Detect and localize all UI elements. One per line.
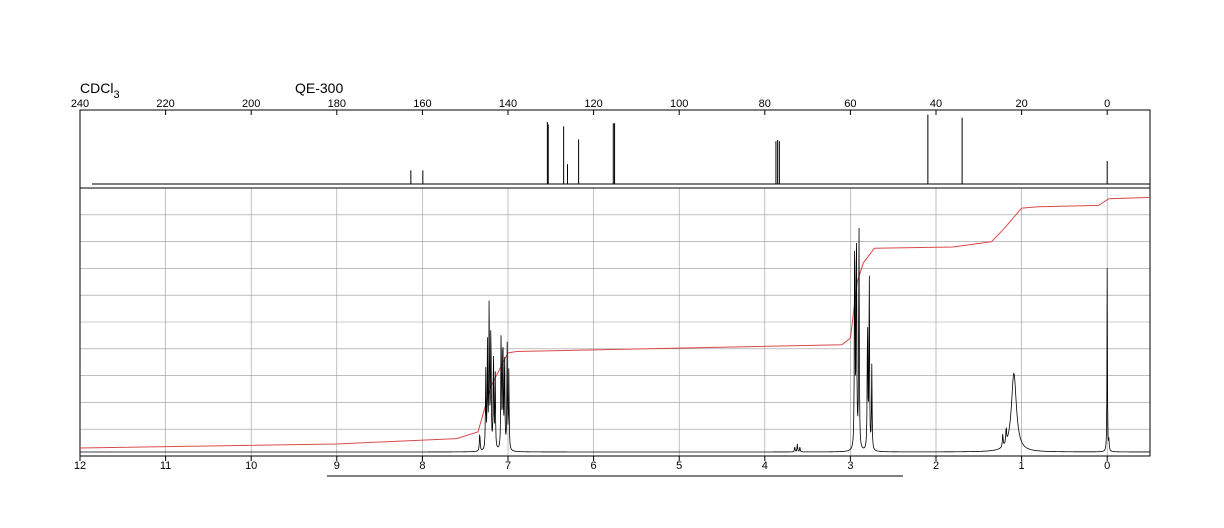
c13-tick-label: 140 — [499, 98, 517, 110]
h1-tick-label: 8 — [419, 460, 425, 472]
c13-tick-label: 20 — [1015, 98, 1027, 110]
h1-tick-label: 1 — [1019, 460, 1025, 472]
h1-axis-ticks: 12 11 10 9 8 7 6 5 4 3 2 1 0 — [74, 456, 1110, 472]
c13-tick-label: 220 — [156, 98, 174, 110]
h1-integral-curve — [79, 196, 1151, 449]
c13-tick-label: 80 — [759, 98, 771, 110]
h1-tick-label: 10 — [245, 460, 257, 472]
h1-tick-label: 9 — [334, 460, 340, 472]
c13-tick-label: 200 — [242, 98, 260, 110]
h1-tick-label: 5 — [676, 460, 682, 472]
c13-tick-label: 0 — [1104, 98, 1110, 110]
h1-grid — [80, 188, 1150, 456]
c13-spectrum-panel: 240 220 200 180 160 140 120 100 80 60 40 20 0 — [71, 98, 1151, 189]
h1-spectrum-trace — [80, 227, 1150, 453]
c13-tick-label: 240 — [71, 98, 89, 110]
h1-tick-label: 11 — [160, 460, 171, 472]
c13-tick-label: 100 — [670, 98, 688, 110]
h1-spectrum-panel: 12 11 10 9 8 7 6 5 4 3 2 1 0 — [74, 187, 1151, 472]
h1-tick-label: 2 — [933, 460, 939, 472]
c13-tick-label: 160 — [413, 98, 431, 110]
h1-tick-label: 6 — [591, 460, 597, 472]
c13-axis-ticks: 240 220 200 180 160 140 120 100 80 60 40 20 0 — [71, 98, 1110, 115]
h1-tick-label: 3 — [847, 460, 853, 472]
h1-tick-label: 4 — [762, 460, 768, 472]
c13-tick-label: 40 — [930, 98, 942, 110]
c13-tick-label: 180 — [328, 98, 346, 110]
h1-tick-label: 7 — [505, 460, 511, 472]
c13-tick-label: 120 — [584, 98, 602, 110]
nmr-spectrum-figure: CDCl3 QE-300 240 220 200 180 160 140 120 100 80 6… — [71, 80, 1151, 477]
h1-tick-label: 12 — [74, 460, 86, 472]
instrument-label: QE-300 — [295, 80, 343, 96]
c13-peaks — [410, 114, 1108, 184]
h1-tick-label: 0 — [1104, 460, 1110, 472]
c13-tick-label: 60 — [844, 98, 856, 110]
